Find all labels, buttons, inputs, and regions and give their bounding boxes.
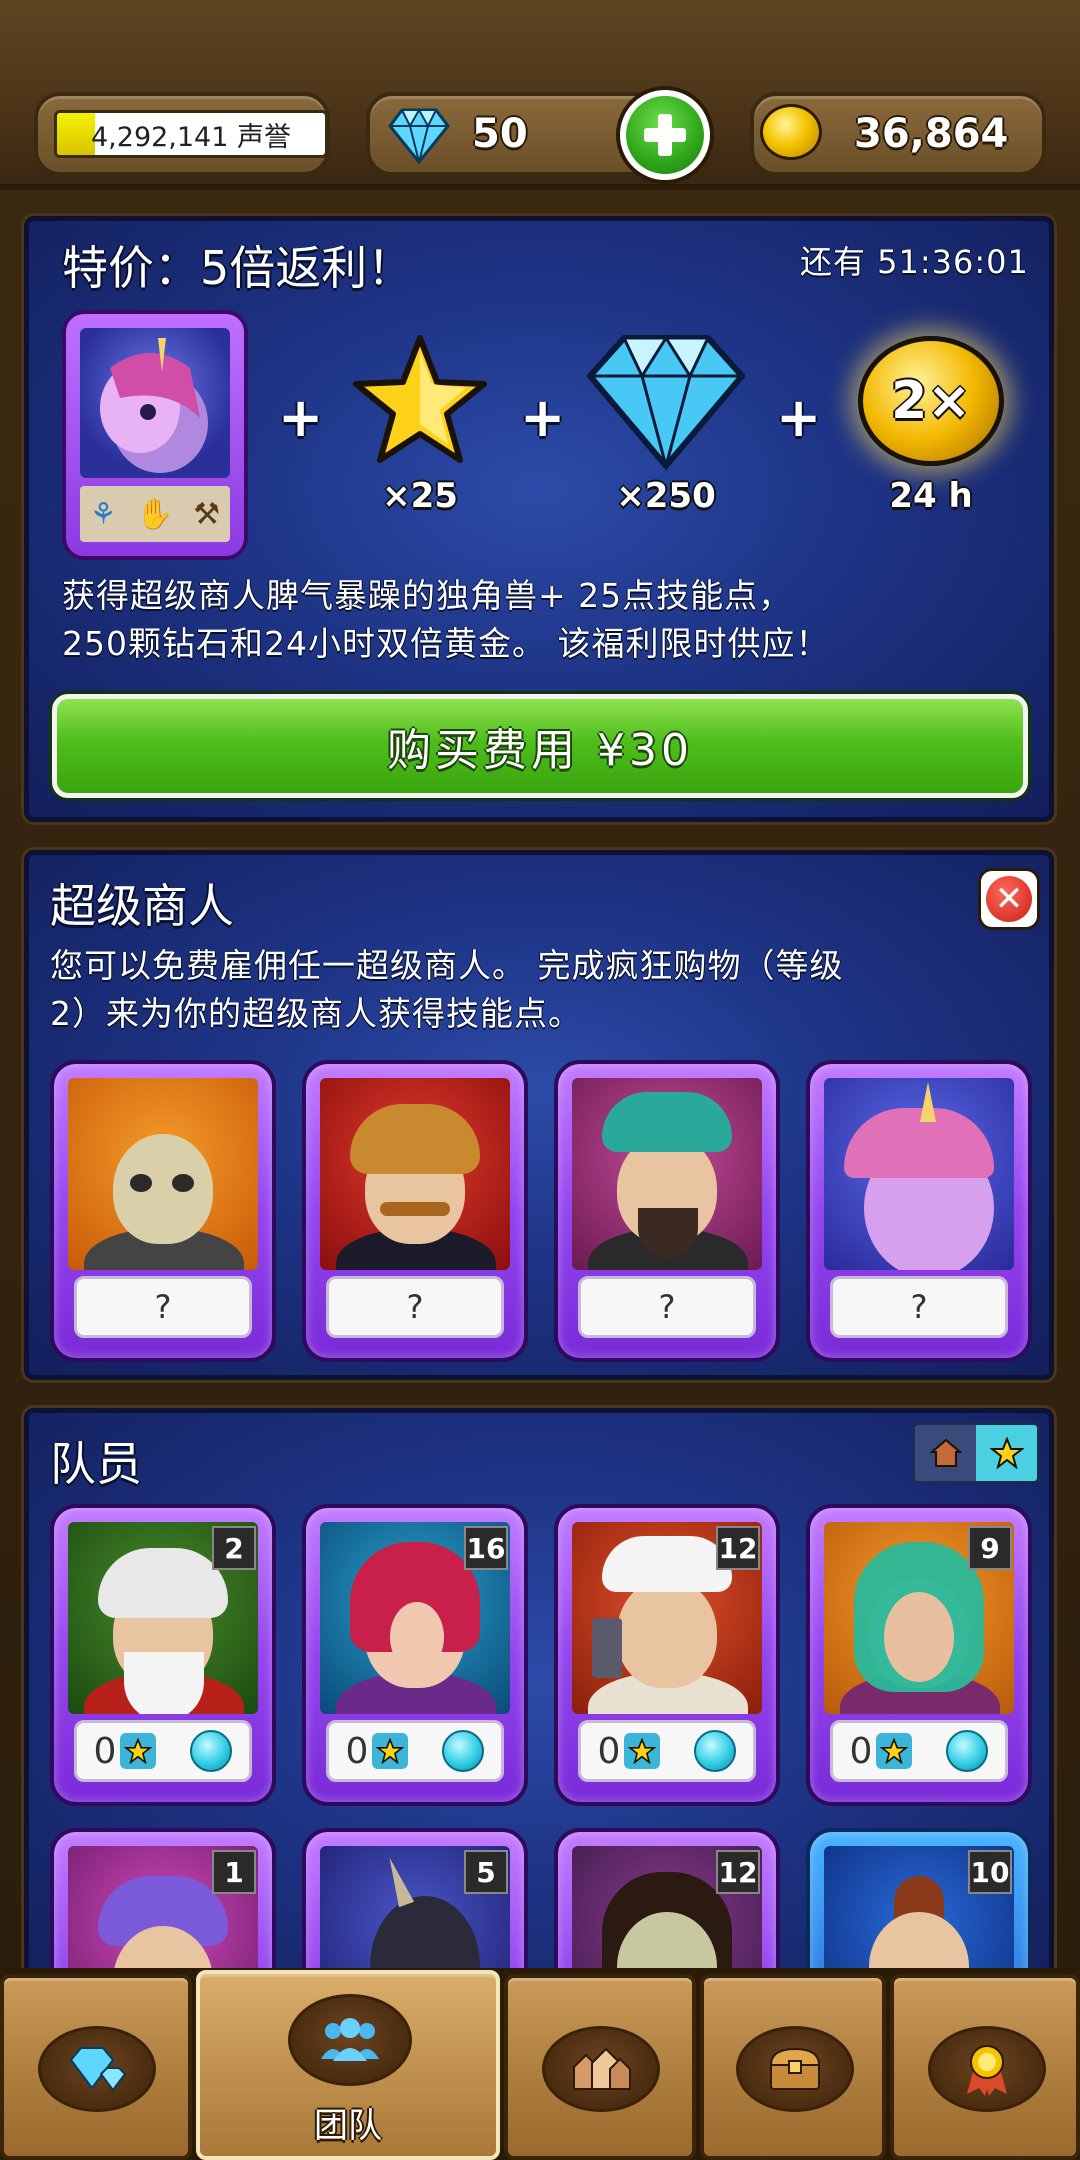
nav-achievements-button[interactable] <box>890 1974 1080 2160</box>
team-title: 队员 <box>50 1437 142 1491</box>
plus-separator: + <box>520 386 566 449</box>
gold-coin-icon <box>760 104 822 160</box>
skeleton-portrait <box>68 1078 258 1270</box>
big-diamond-icon <box>587 335 745 472</box>
unicorn-portrait <box>80 328 230 478</box>
strategist-portrait <box>572 1078 762 1270</box>
offer-unicorn-card: ⚘ ✋ ⚒ <box>62 310 248 560</box>
energy-orb-icon <box>694 1730 737 1772</box>
gems-nav-icon <box>69 2047 127 2092</box>
level-badge: 1 <box>212 1850 256 1894</box>
merchant-placeholder: ? <box>326 1276 504 1338</box>
level-badge: 12 <box>716 1850 760 1894</box>
energy-orb-icon <box>190 1730 233 1772</box>
treasure-chest-icon <box>769 2047 821 2090</box>
double-gold-label: 2× <box>891 371 971 431</box>
merchant-placeholder: ? <box>578 1276 756 1338</box>
skill-star-icon <box>624 1733 661 1769</box>
member-stats: 0 <box>74 1720 252 1782</box>
team-icon <box>321 2018 379 2061</box>
member-stats: 0 <box>326 1720 504 1782</box>
star-icon <box>353 335 487 463</box>
energy-orb-icon <box>946 1730 989 1772</box>
level-badge: 5 <box>464 1850 508 1894</box>
super-merchants-description-line1: 您可以免费雇佣任一超级商人。 完成疯狂购物（等级 <box>50 946 844 985</box>
medal-icon <box>967 2045 1007 2096</box>
nav-team-label: 团队 <box>314 2106 382 2146</box>
filter-home-button[interactable] <box>915 1425 976 1481</box>
energy-orb-icon <box>442 1730 485 1772</box>
skill-star-icon <box>876 1733 913 1769</box>
nav-team-button[interactable]: 团队 <box>196 1970 500 2160</box>
team-member-card[interactable]: 16 0 <box>302 1504 528 1806</box>
level-badge: 9 <box>968 1526 1012 1570</box>
close-icon: ✕ <box>986 876 1032 922</box>
nav-shop-button[interactable] <box>0 1974 192 2160</box>
team-filter-toggle[interactable] <box>912 1422 1040 1484</box>
nav-icon-socket <box>288 1994 412 2086</box>
merchant-placeholder: ? <box>830 1276 1008 1338</box>
nav-icon-socket <box>928 2026 1046 2112</box>
nav-icon-socket <box>542 2026 660 2112</box>
gems-quantity: ×250 <box>616 476 716 516</box>
super-merchants-title: 超级商人 <box>50 879 234 933</box>
level-badge: 2 <box>212 1526 256 1570</box>
house-icon <box>929 1438 962 1467</box>
team-member-card[interactable]: 2 0 <box>50 1504 276 1806</box>
plus-separator: + <box>278 386 324 449</box>
hammer-icon: ⚒ <box>193 496 221 532</box>
buy-button[interactable]: 购买费用 ¥30 <box>52 694 1028 798</box>
skill-points-count: 0 <box>597 1730 621 1772</box>
skill-points-count: 0 <box>93 1730 117 1772</box>
team-member-card[interactable]: 9 0 <box>806 1504 1032 1806</box>
reputation-bar: 4,292,141 声誉 <box>54 110 328 158</box>
level-badge: 10 <box>968 1850 1012 1894</box>
level-badge: 16 <box>464 1526 508 1570</box>
offer-title: 特价：5倍返利！ <box>62 241 414 295</box>
nav-icon-socket <box>736 2026 854 2112</box>
gentleman-portrait <box>320 1078 510 1270</box>
member-stats: 0 <box>578 1720 756 1782</box>
member-stats: 0 <box>830 1720 1008 1782</box>
star-icon <box>989 1437 1024 1469</box>
offer-description-line2: 250颗钻石和24小时双倍黄金。 该福利限时供应！ <box>62 624 830 663</box>
buildings-icon <box>573 2047 631 2090</box>
merchant-card-unicorn[interactable]: ? <box>806 1060 1032 1362</box>
double-gold-icon: 2× <box>858 336 1004 466</box>
merchant-card-skeleton[interactable]: ? <box>50 1060 276 1362</box>
skill-points-count: 0 <box>345 1730 369 1772</box>
plus-separator: + <box>776 386 822 449</box>
diamond-icon <box>388 107 450 165</box>
offer-description-line1: 获得超级商人脾气暴躁的独角兽+ 25点技能点， <box>62 576 793 615</box>
skill-star-icon <box>372 1733 409 1769</box>
unicorn-skill-icons: ⚘ ✋ ⚒ <box>80 486 230 542</box>
reputation-value: 4,292,141 声誉 <box>91 121 291 153</box>
gold-count: 36,864 <box>854 111 1009 157</box>
nav-inventory-button[interactable] <box>700 1974 886 2160</box>
merchant-card-gentleman[interactable]: ? <box>302 1060 528 1362</box>
reputation-pill[interactable]: 4,292,141 声誉 <box>34 92 330 176</box>
offer-timer: 还有 51:36:01 <box>800 243 1029 281</box>
filter-star-button[interactable] <box>976 1425 1037 1481</box>
stars-quantity: ×25 <box>382 476 458 516</box>
nav-buildings-button[interactable] <box>504 1974 696 2160</box>
nav-icon-socket <box>38 2026 156 2112</box>
double-gold-duration: 24 h <box>889 476 973 516</box>
skill-points-count: 0 <box>849 1730 873 1772</box>
super-merchants-description-line2: 2）来为你的超级商人获得技能点。 <box>50 994 582 1033</box>
close-button[interactable]: ✕ <box>978 868 1040 930</box>
merchant-card-strategist[interactable]: ? <box>554 1060 780 1362</box>
leaf-icon: ⚘ <box>89 496 117 532</box>
merchant-placeholder: ? <box>74 1276 252 1338</box>
gems-count: 50 <box>472 111 528 157</box>
team-member-card[interactable]: 12 0 <box>554 1504 780 1806</box>
skill-star-icon <box>120 1733 157 1769</box>
add-gems-button[interactable] <box>620 90 710 180</box>
level-badge: 12 <box>716 1526 760 1570</box>
plus-icon <box>644 114 686 156</box>
handshake-icon: ✋ <box>136 496 174 532</box>
unicorn-merchant-portrait <box>824 1078 1014 1270</box>
